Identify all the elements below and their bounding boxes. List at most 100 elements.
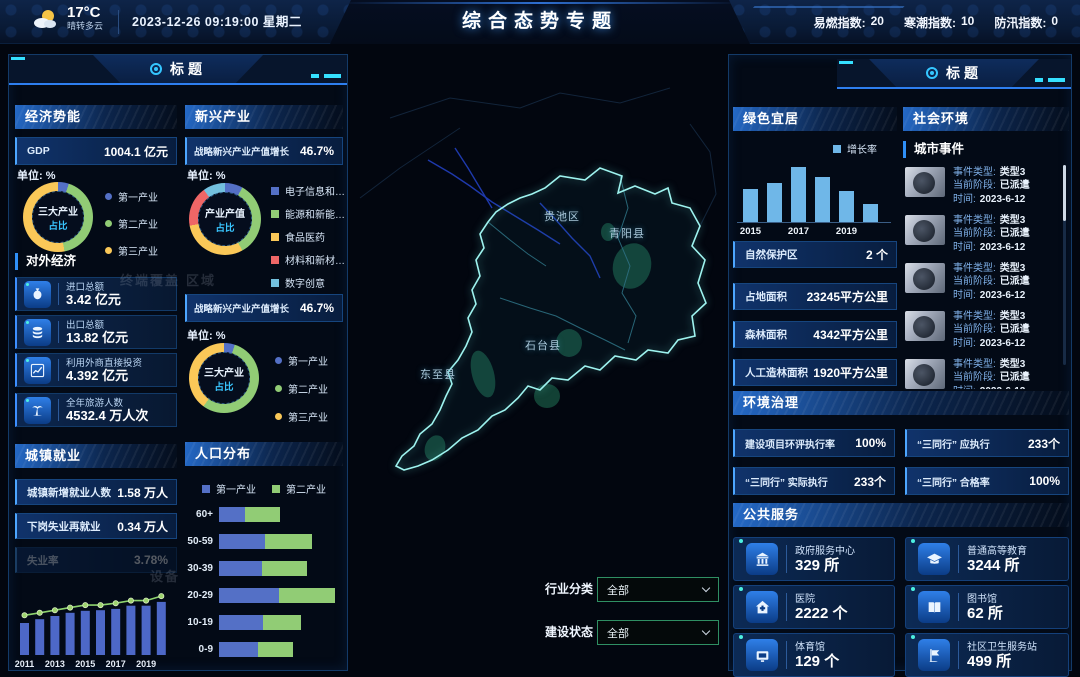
- right-panel-header: 标题: [837, 59, 1071, 89]
- events-scrollbar[interactable]: [1063, 165, 1066, 365]
- donut-center: 产业产值 占比: [189, 183, 261, 255]
- stat-value: 46.7%: [300, 144, 334, 158]
- employment-bar: [81, 611, 90, 655]
- donut-center: 三大产业 占比: [23, 182, 93, 252]
- legend-dot: [275, 385, 282, 392]
- eia-rate-row: 建设项目环评执行率 100%: [733, 429, 895, 457]
- growth-legend: 增长率: [833, 141, 877, 156]
- age-group-label: 30-39: [185, 563, 219, 574]
- event-thumbnail: [905, 263, 945, 293]
- population-stacked-bar: [219, 588, 335, 603]
- stat-label: 人工造林面积: [745, 365, 808, 380]
- event-info: 事件类型:类型3当前阶段:已派遣时间:2023-6-12: [953, 355, 1030, 389]
- legend-swatch: [271, 279, 279, 287]
- hospital-card: 医院2222 个: [733, 585, 895, 629]
- employment-line-dot: [52, 608, 57, 613]
- divider: [958, 593, 959, 621]
- industry-filter-select[interactable]: 全部: [597, 577, 719, 602]
- growth-x-tick: 2017: [788, 226, 809, 237]
- employment-bar: [157, 602, 166, 655]
- money-bag-icon: [24, 281, 51, 308]
- stat-value: 2 个: [866, 246, 888, 263]
- nature-reserve-row: 自然保护区 2 个: [733, 241, 897, 268]
- stat-value: 100%: [1029, 474, 1060, 488]
- index-value: 10: [961, 14, 974, 31]
- legend-label: 电子信息和…: [285, 183, 345, 198]
- population-bar-segment: [219, 588, 279, 603]
- card-value: 499 所: [967, 655, 1037, 669]
- employment-x-tick: 2015: [75, 659, 95, 669]
- forest-area-row: 森林面积 4342平方公里: [733, 321, 897, 348]
- strategic-growth-row-2: 战略新兴产业产值增长 46.7%: [185, 294, 343, 322]
- target-icon: [926, 67, 938, 79]
- stat-value: 46.7%: [300, 301, 334, 315]
- legend-item: 数字创意: [271, 275, 345, 290]
- scrollbar-thumb[interactable]: [1063, 165, 1066, 221]
- status-filter-label: 建设状态: [481, 620, 593, 645]
- legend-swatch: [202, 485, 210, 493]
- stat-label: “三同行” 合格率: [917, 474, 990, 489]
- employment-line-dot: [113, 601, 118, 606]
- legend-dot: [275, 357, 282, 364]
- stat-value: 100%: [855, 436, 886, 450]
- city-event-item[interactable]: 事件类型:类型3当前阶段:已派遣时间:2023-6-12: [905, 163, 1061, 209]
- card-value: 3244 所: [967, 559, 1027, 573]
- stat-value: 23245平方公里: [807, 288, 888, 305]
- employment-bar: [20, 623, 29, 655]
- land-area-row: 占地面积 23245平方公里: [733, 283, 897, 310]
- industry-legend-2: 第一产业 第二产业 第三产业: [275, 353, 328, 424]
- index-value: 0: [1051, 14, 1058, 31]
- stat-label: 建设项目环评执行率: [745, 436, 835, 451]
- legend-item: 第三产业: [275, 409, 328, 424]
- card-value: 2222 个: [795, 607, 848, 621]
- stadium-icon: [746, 639, 778, 671]
- event-thumbnail: [905, 167, 945, 197]
- higher-education-card: 普通高等教育3244 所: [905, 537, 1069, 581]
- reemployment-row: 下岗失业再就业 0.34 万人: [15, 513, 177, 539]
- legend-item: 第二产业: [105, 216, 158, 231]
- growth-chart: 201520172019: [735, 159, 893, 237]
- event-info: 事件类型:类型3当前阶段:已派遣时间:2023-6-12: [953, 163, 1030, 209]
- unit-label: 单位: %: [187, 327, 226, 343]
- population-stacked-bar: [219, 561, 307, 576]
- legend-item: 第二产业: [272, 481, 326, 496]
- event-info: 事件类型:类型3当前阶段:已派遣时间:2023-6-12: [953, 211, 1030, 257]
- city-map[interactable]: 贵池区青阳县石台县东至县: [350, 44, 730, 644]
- population-bar-segment: [262, 561, 307, 576]
- city-event-item[interactable]: 事件类型:类型3当前阶段:已派遣时间:2023-6-12: [905, 307, 1061, 353]
- gdp-value: 1004.1 亿元: [104, 143, 168, 160]
- legend-label: 第一产业: [288, 353, 328, 368]
- index-group: 易燃指数:20 寒潮指数:10 防汛指数:0: [814, 0, 1058, 44]
- dash-accent: [311, 74, 341, 78]
- strategic-growth-row-1: 战略新兴产业产值增长 46.7%: [185, 137, 343, 165]
- employment-x-tick: 2017: [106, 659, 126, 669]
- stat-label: 森林面积: [745, 327, 787, 342]
- age-group-label: 0-9: [185, 644, 219, 655]
- index-label: 易燃指数:: [814, 14, 866, 31]
- legend-label: 增长率: [847, 141, 877, 156]
- stat-label: 城镇新增就业人数: [27, 485, 111, 500]
- legend-item: 第二产业: [275, 381, 328, 396]
- government-building-icon: [746, 543, 778, 575]
- stat-label: 战略新兴产业产值增长: [194, 301, 289, 315]
- event-stage: 当前阶段:已派遣: [953, 227, 1030, 241]
- stat-label: 占地面积: [745, 289, 787, 304]
- legend-dot: [105, 193, 112, 200]
- city-event-item[interactable]: 事件类型:类型3当前阶段:已派遣时间:2023-6-12: [905, 355, 1061, 389]
- growth-bar: [791, 167, 806, 222]
- status-filter-select[interactable]: 全部: [597, 620, 719, 645]
- donut-center-line2: 占比: [48, 218, 67, 232]
- new-jobs-row: 城镇新增就业人数 1.58 万人: [15, 479, 177, 505]
- event-thumbnail: [905, 215, 945, 245]
- import-row: 进口总额3.42 亿元: [15, 277, 177, 311]
- population-bar-segment: [265, 534, 312, 549]
- population-bar-segment: [219, 642, 258, 657]
- city-events-list[interactable]: 事件类型:类型3当前阶段:已派遣时间:2023-6-12事件类型:类型3当前阶段…: [905, 163, 1061, 389]
- employment-bar: [126, 606, 135, 655]
- city-event-item[interactable]: 事件类型:类型3当前阶段:已派遣时间:2023-6-12: [905, 259, 1061, 305]
- employment-bar: [66, 613, 75, 655]
- card-value: 129 个: [795, 655, 839, 669]
- city-event-item[interactable]: 事件类型:类型3当前阶段:已派遣时间:2023-6-12: [905, 211, 1061, 257]
- legend-label: 第二产业: [118, 216, 158, 231]
- population-stacked-bar: [219, 615, 301, 630]
